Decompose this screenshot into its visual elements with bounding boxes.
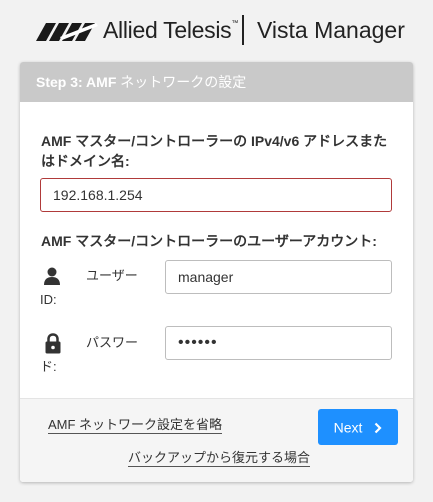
lock-icon: [45, 333, 61, 354]
password-input[interactable]: [165, 326, 392, 360]
next-button[interactable]: Next: [318, 409, 398, 445]
password-label-suffix: ド:: [40, 359, 57, 374]
card-header: Step 3: AMF ネットワークの設定: [20, 62, 413, 102]
logo-separator: [242, 15, 244, 45]
address-label: AMF マスター/コントローラーの IPv4/v6 アドレスまたはドメイン名:: [41, 133, 388, 169]
user-id-input[interactable]: [165, 260, 392, 294]
person-icon: [44, 267, 60, 285]
allied-telesis-logo-icon: [36, 23, 98, 41]
chevron-right-icon: [375, 422, 382, 433]
logo-bar: Allied Telesis™ Vista Manager: [0, 0, 433, 62]
password-label: パスワー: [86, 335, 139, 350]
restore-from-backup-link[interactable]: バックアップから復元する場合: [128, 450, 311, 467]
address-input[interactable]: [40, 178, 392, 212]
skip-amf-setup-link[interactable]: AMF ネットワーク設定を省略: [48, 417, 223, 434]
card-footer: AMF ネットワーク設定を省略 Next バックアップから復元する場合: [20, 398, 413, 482]
setup-card: Step 3: AMF ネットワークの設定 AMF マスター/コントローラーの …: [20, 62, 413, 482]
step-label: Step 3: AMF: [36, 74, 117, 90]
trademark-symbol: ™: [231, 20, 239, 27]
step-title: ネットワークの設定: [116, 74, 247, 90]
brand-name: Allied Telesis™: [103, 17, 239, 43]
product-name: Vista Manager: [257, 17, 405, 43]
user-label-suffix: ID:: [40, 292, 57, 307]
next-label: Next: [333, 419, 363, 436]
account-label: AMF マスター/コントローラーのユーザーアカウント:: [41, 233, 377, 249]
user-label: ユーザー: [86, 268, 138, 283]
